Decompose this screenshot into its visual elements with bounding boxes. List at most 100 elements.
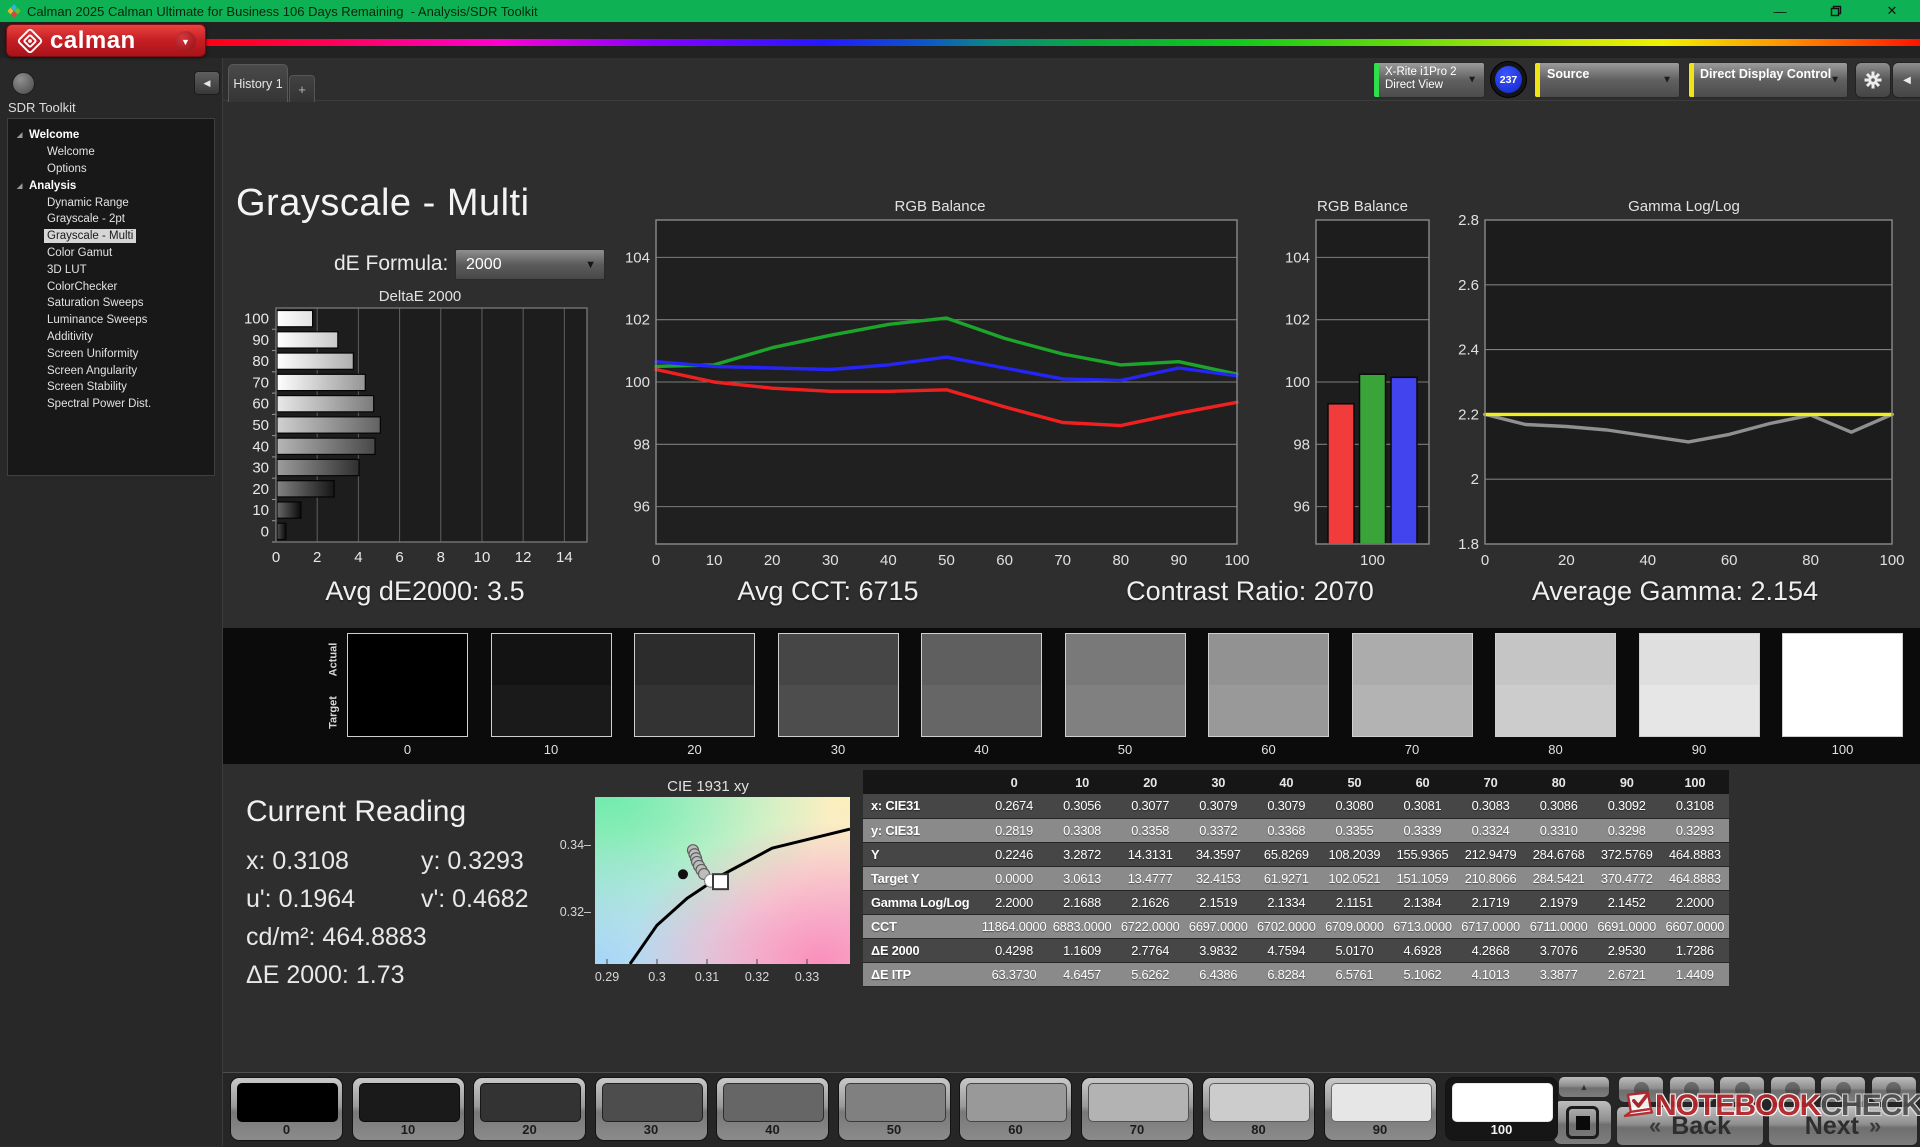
next-button[interactable]: Next » [1768,1106,1918,1146]
chevron-down-icon: ▼ [1662,75,1672,86]
sidebar-item-saturation-sweeps[interactable]: Saturation Sweeps [8,295,214,312]
display-control-status-accent [1689,63,1694,97]
toolbar-button-2[interactable] [1669,1076,1715,1103]
stat-contrast-ratio: Contrast Ratio: 2070 [1126,576,1374,607]
sidebar-item-screen-stability[interactable]: Screen Stability [8,379,214,396]
svg-text:1.8: 1.8 [1458,536,1479,553]
svg-text:40: 40 [252,438,269,455]
sidebar-item-grayscale-multi[interactable]: Grayscale - Multi [8,228,214,245]
sidebar-item-colorchecker[interactable]: ColorChecker [8,278,214,295]
sidebar-item-welcome[interactable]: Welcome [8,144,214,161]
table-cell: 6709.0000 [1320,914,1388,938]
table-cell: 2.1979 [1525,890,1593,914]
toolbar-button-glyph [1836,1082,1851,1097]
sidebar-item-spectral-power-dist-[interactable]: Spectral Power Dist. [8,396,214,413]
toolbar-button-6[interactable] [1871,1076,1917,1103]
calman-menu-button[interactable]: calman ▼ [6,24,206,57]
table-cell: 284.6768 [1525,842,1593,866]
stat-avg-de2000: Avg dE2000: 3.5 [325,576,524,607]
pattern-swatch [1331,1083,1432,1122]
pattern-button-0[interactable]: 0 [230,1077,343,1141]
toolbar-button-1[interactable] [1618,1076,1664,1103]
toolbar-button-3[interactable] [1719,1076,1765,1103]
chevron-down-icon: ▼ [1830,75,1840,86]
stop-measure-button[interactable] [1553,1100,1612,1145]
gear-icon [1863,70,1883,90]
tree-expander-icon[interactable]: ◢ [17,182,26,190]
restore-icon[interactable] [1808,0,1864,22]
sidebar-collapse-icon[interactable]: ◀ [194,71,220,95]
sidebar-item-screen-angularity[interactable]: Screen Angularity [8,362,214,379]
pattern-button-50[interactable]: 50 [838,1077,951,1141]
grayscale-swatch-60 [1208,633,1329,737]
sidebar-item-label: Welcome [26,128,82,142]
table-cell: 108.2039 [1320,842,1388,866]
toolbar-button-5[interactable] [1820,1076,1866,1103]
app-header: calman ▼ [0,22,1920,58]
sidebar-item-label: Welcome [44,145,98,159]
sidebar-item-luminance-sweeps[interactable]: Luminance Sweeps [8,312,214,329]
panel-collapse-icon[interactable]: ◀ [1892,62,1920,98]
table-column-header: 80 [1525,770,1593,794]
pattern-button-80[interactable]: 80 [1202,1077,1315,1141]
minimize-icon[interactable]: — [1752,0,1808,22]
settings-button[interactable] [1855,62,1891,98]
pattern-swatch [480,1083,581,1122]
display-control-dropdown[interactable]: Direct Display Control ▼ [1688,62,1848,98]
table-cell: 2.9530 [1593,938,1661,962]
expand-up-icon[interactable]: ▲ [1558,1076,1610,1098]
gamma-chart-title: Gamma Log/Log [1448,198,1920,215]
measurement-table: 0102030405060708090100x: CIE310.26740.30… [863,770,1729,987]
table-cell: 3.2872 [1048,842,1116,866]
sidebar-pin-button[interactable] [12,72,35,95]
pattern-button-60[interactable]: 60 [959,1077,1072,1141]
close-icon[interactable]: ✕ [1864,0,1920,22]
svg-text:20: 20 [1558,552,1575,569]
sidebar-item-color-gamut[interactable]: Color Gamut [8,245,214,262]
svg-text:50: 50 [252,417,269,434]
source-dropdown[interactable]: Source ▼ [1534,62,1680,98]
toolbar-button-4[interactable] [1770,1076,1816,1103]
pattern-button-30[interactable]: 30 [595,1077,708,1141]
table-cell: 0.3293 [1661,818,1729,842]
pattern-button-100[interactable]: 100 [1445,1077,1558,1141]
table-row-label: ΔE 2000 [863,938,980,962]
sidebar-item-additivity[interactable]: Additivity [8,329,214,346]
grayscale-swatch-50 [1065,633,1186,737]
table-row-label: x: CIE31 [863,794,980,818]
pattern-button-90[interactable]: 90 [1324,1077,1437,1141]
sidebar-item-analysis[interactable]: ◢Analysis [8,177,214,194]
back-button[interactable]: « Back [1616,1106,1764,1146]
pattern-button-10[interactable]: 10 [352,1077,465,1141]
pattern-button-20[interactable]: 20 [473,1077,586,1141]
table-cell: 6607.0000 [1661,914,1729,938]
svg-text:2.2: 2.2 [1458,406,1479,423]
table-cell: 0.3355 [1320,818,1388,842]
pattern-swatch [1088,1083,1189,1122]
toolbar-button-glyph [1735,1082,1750,1097]
window-title: Calman 2025 Calman Ultimate for Business… [27,4,538,19]
pattern-label: 100 [1446,1122,1557,1137]
meter-dropdown[interactable]: X-Rite i1Pro 2 Direct View ▼ [1373,62,1485,98]
sidebar-item-screen-uniformity[interactable]: Screen Uniformity [8,345,214,362]
svg-text:80: 80 [1802,552,1819,569]
sidebar-item-grayscale-2pt[interactable]: Grayscale - 2pt [8,211,214,228]
add-tab-button[interactable]: + [289,75,315,102]
sidebar-item-welcome[interactable]: ◢Welcome [8,127,214,144]
tree-expander-icon[interactable]: ◢ [17,131,26,139]
pattern-button-40[interactable]: 40 [716,1077,829,1141]
table-cell: 0.3077 [1116,794,1184,818]
de-formula-select[interactable]: 2000 ▼ [455,249,605,280]
table-cell: 2.1334 [1252,890,1320,914]
tab-history-1[interactable]: History 1 [228,64,288,102]
meter-count-badge: 237 [1490,61,1527,98]
chevron-down-icon[interactable]: ▼ [175,31,196,52]
table-cell: 0.3080 [1320,794,1388,818]
sidebar-item-3d-lut[interactable]: 3D LUT [8,261,214,278]
table-row: Gamma Log/Log2.20002.16882.16262.15192.1… [863,890,1729,914]
sidebar-item-dynamic-range[interactable]: Dynamic Range [8,194,214,211]
table-cell: 3.0613 [1048,866,1116,890]
svg-text:6: 6 [395,549,403,566]
sidebar-item-options[interactable]: Options [8,161,214,178]
pattern-button-70[interactable]: 70 [1081,1077,1194,1141]
